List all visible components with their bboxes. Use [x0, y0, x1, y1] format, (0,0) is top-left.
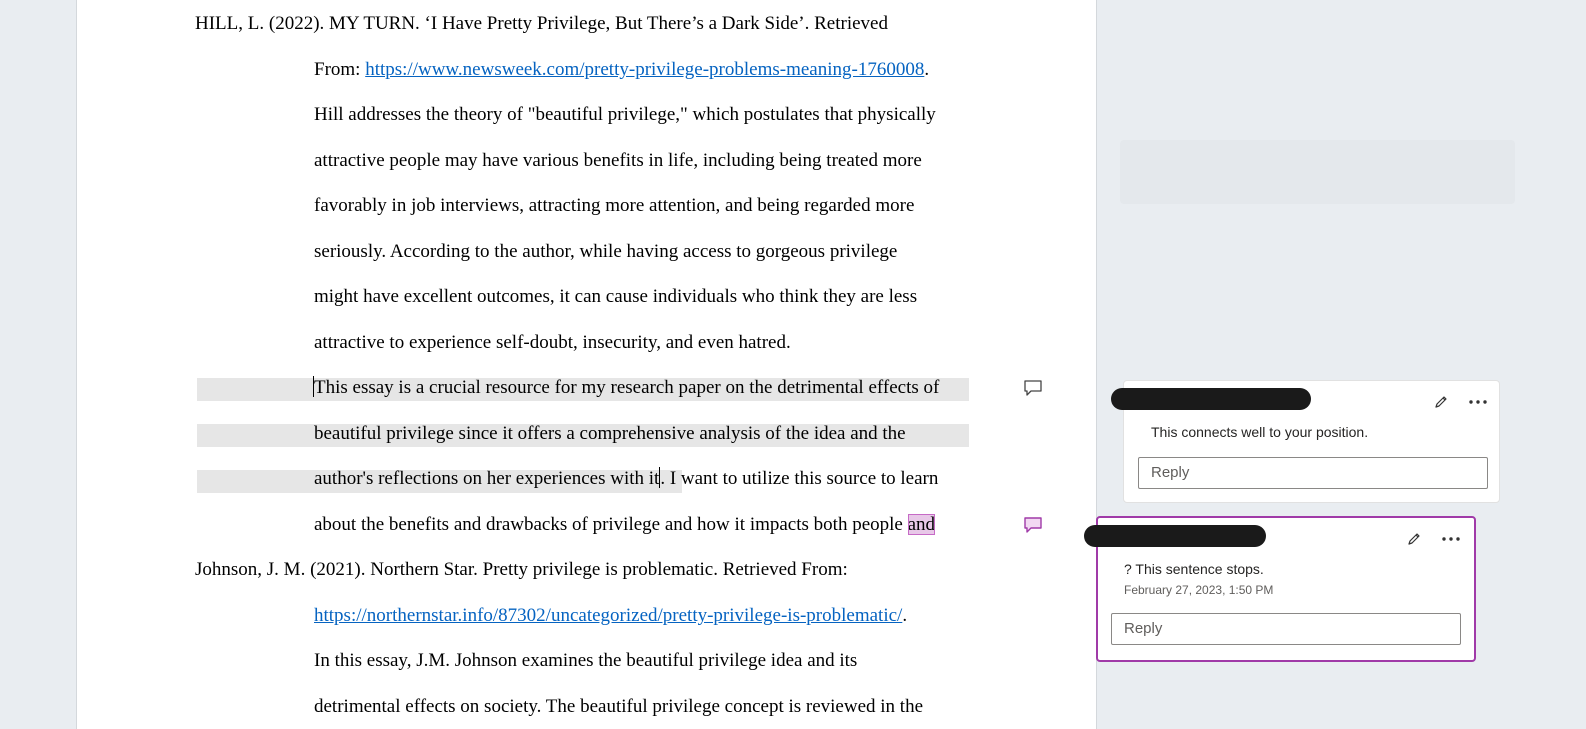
reference-source-line: From: https://www.newsweek.com/pretty-pr… — [314, 58, 929, 82]
evaluation-text: . I want to utilize this source to learn — [660, 468, 939, 489]
comment-card[interactable]: This connects well to your position. Rep… — [1111, 380, 1500, 503]
comment-pane-shade — [1120, 140, 1515, 204]
redacted-author-name — [1111, 388, 1311, 410]
pencil-icon[interactable] — [1430, 391, 1452, 413]
document-page[interactable]: HILL, L. (2022). MY TURN. ‘I Have Pretty… — [76, 0, 1097, 729]
comment-body: ? This sentence stops. — [1124, 561, 1264, 577]
comment-timestamp: February 27, 2023, 1:50 PM — [1124, 583, 1274, 597]
reply-input[interactable]: Reply — [1111, 613, 1461, 645]
evaluation-line: This essay is a crucial resource for my … — [313, 376, 939, 400]
evaluation-text: about the benefits and drawbacks of priv… — [314, 514, 908, 535]
reference-citation: HILL, L. (2022). MY TURN. ‘I Have Pretty… — [195, 13, 888, 34]
comment-marker-icon[interactable] — [1023, 378, 1043, 398]
evaluation-line: beautiful privilege since it offers a co… — [314, 423, 906, 444]
reference-link[interactable]: https://northernstar.info/87302/uncatego… — [314, 605, 902, 626]
link-suffix: . — [924, 59, 930, 80]
comment-body: This connects well to your position. — [1151, 424, 1369, 440]
link-suffix: . — [902, 605, 908, 626]
reference-citation: Johnson, J. M. (2021). Northern Star. Pr… — [195, 559, 848, 580]
summary-line: attractive people may have various benef… — [314, 150, 922, 171]
more-icon[interactable] — [1440, 528, 1462, 550]
pencil-icon[interactable] — [1403, 528, 1425, 550]
summary-line: attractive to experience self-doubt, ins… — [314, 332, 791, 353]
comment-marker-active-icon[interactable] — [1023, 515, 1043, 535]
summary-line: In this essay, J.M. Johnson examines the… — [314, 650, 858, 671]
selected-word[interactable]: and — [907, 514, 936, 535]
redacted-author-name — [1084, 525, 1266, 547]
evaluation-text: This essay is a crucial resource for my … — [314, 377, 940, 398]
highlighted-text: author's reflections on her experiences … — [314, 468, 660, 489]
comment-card-active[interactable]: ? This sentence stops. February 27, 2023… — [1084, 516, 1476, 662]
summary-line: seriously. According to the author, whil… — [314, 241, 898, 262]
from-label: From: — [314, 59, 366, 80]
summary-line: favorably in job interviews, attracting … — [314, 195, 915, 216]
summary-line: detrimental effects on society. The beau… — [314, 696, 924, 717]
reply-input[interactable]: Reply — [1138, 457, 1488, 489]
summary-line: Hill addresses the theory of "beautiful … — [314, 104, 936, 125]
evaluation-line: about the benefits and drawbacks of priv… — [314, 513, 936, 537]
reference-link[interactable]: https://www.newsweek.com/pretty-privileg… — [365, 59, 924, 80]
summary-line: might have excellent outcomes, it can ca… — [314, 286, 918, 307]
more-icon[interactable] — [1467, 391, 1489, 413]
reference-source-line: https://northernstar.info/87302/uncatego… — [314, 604, 907, 628]
evaluation-line: author's reflections on her experiences … — [314, 467, 938, 491]
